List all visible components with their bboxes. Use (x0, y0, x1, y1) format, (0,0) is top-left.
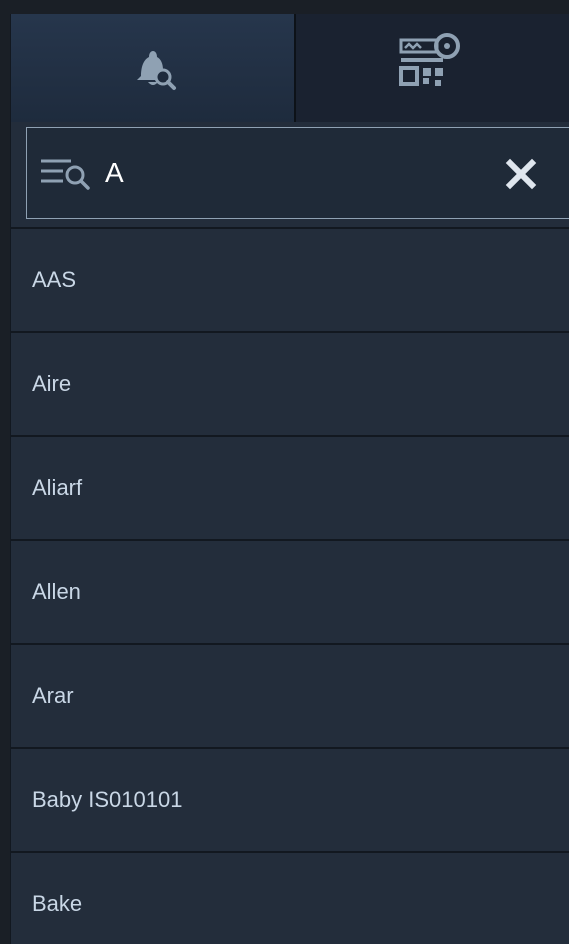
list-item-label: Arar (32, 683, 74, 708)
tab-bar (11, 14, 569, 122)
search-input[interactable] (103, 147, 467, 199)
list-item-label: Aire (32, 371, 72, 396)
tab-alerts[interactable] (11, 14, 296, 122)
list-item[interactable]: Bake (11, 851, 569, 944)
list-item-label: Aliarf (32, 475, 83, 500)
list-item-label: AAS (32, 267, 77, 292)
list-item[interactable]: Baby IS010101 (11, 747, 569, 851)
list-item[interactable]: Arar (11, 643, 569, 747)
close-icon[interactable] (501, 154, 541, 194)
bell-search-icon (123, 40, 183, 97)
list-item[interactable]: Allen (11, 539, 569, 643)
results-list: AAS Aire Aliarf Allen Arar Baby IS010101… (11, 227, 569, 944)
filter-search-icon[interactable] (39, 153, 93, 193)
list-item[interactable]: Aire (11, 331, 569, 435)
list-item[interactable]: Aliarf (11, 435, 569, 539)
key-qr-icon (393, 30, 473, 107)
list-item-label: Baby IS010101 (32, 787, 183, 812)
search-bar (26, 127, 569, 219)
tab-keys[interactable] (296, 14, 569, 122)
app-panel: AAS Aire Aliarf Allen Arar Baby IS010101… (10, 14, 569, 944)
list-item-label: Allen (32, 579, 81, 604)
list-item[interactable]: AAS (11, 227, 569, 331)
list-item-label: Bake (32, 891, 83, 916)
